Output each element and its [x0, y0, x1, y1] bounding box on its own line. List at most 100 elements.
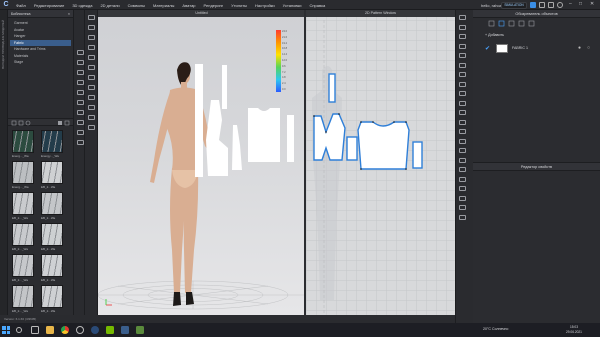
task-view-icon[interactable] — [31, 326, 39, 334]
3d-viewport[interactable]: Untitled 24.0 21.6 19.2 16.8 14.4 12.0 9… — [98, 10, 305, 315]
tool-icon[interactable] — [88, 125, 95, 130]
app-icon[interactable] — [136, 326, 144, 334]
menu-item[interactable]: Файл — [16, 3, 26, 8]
search-icon[interactable] — [16, 327, 22, 333]
help-icon[interactable] — [557, 2, 563, 8]
tool-icon[interactable] — [459, 72, 466, 77]
tool-icon[interactable] — [77, 90, 84, 95]
fabric-thumbnail[interactable]: EB_2...Wa — [41, 254, 65, 284]
fabric-thumbnail[interactable]: EB_2..._Wa — [12, 223, 36, 253]
tool-icon[interactable] — [459, 100, 466, 106]
windows-start-icon[interactable] — [2, 326, 10, 334]
settings-icon[interactable] — [539, 2, 545, 8]
tool-icon[interactable] — [459, 138, 466, 144]
2d-canvas[interactable] — [306, 10, 455, 315]
tool-icon[interactable] — [77, 100, 84, 105]
menu-item[interactable]: 2D детали — [100, 3, 119, 8]
fabric-item[interactable]: ✔ FABRIC 1 ● ○ — [485, 43, 595, 54]
nvidia-icon[interactable] — [106, 326, 114, 334]
tool-icon[interactable] — [77, 130, 84, 135]
tool-icon[interactable] — [88, 45, 95, 50]
fabric-thumbnail[interactable]: EB_2..._Wa — [12, 254, 36, 284]
weather-widget[interactable]: 20°C Солнечно — [483, 327, 508, 331]
tool-icon[interactable] — [459, 167, 466, 172]
tool-icon[interactable] — [459, 186, 466, 191]
2d-pattern-window[interactable]: 2D Pattern Window — [306, 10, 455, 315]
fabric-thumbnail[interactable]: EB_2..._Wa — [12, 285, 36, 315]
visibility-icon[interactable]: ● — [578, 45, 581, 51]
tool-icon[interactable] — [88, 75, 95, 80]
file-explorer-icon[interactable] — [46, 326, 54, 334]
minimize-button[interactable]: – — [569, 1, 572, 7]
library-tree-item[interactable]: Stage — [10, 59, 71, 66]
tool-icon[interactable] — [459, 205, 466, 210]
menu-item[interactable]: Материалы — [153, 3, 174, 8]
tool-icon[interactable] — [77, 80, 84, 85]
fabric-thumbnail[interactable]: EB_2...Wa — [41, 285, 65, 315]
clo-icon[interactable] — [121, 326, 129, 334]
menu-item[interactable]: Редактирование — [34, 3, 64, 8]
close-button[interactable]: ✕ — [590, 1, 594, 7]
fabric-thumbnail[interactable]: EB_2...Wa — [41, 223, 65, 253]
library-toolbar-icons[interactable] — [8, 119, 73, 127]
tool-icon[interactable] — [459, 129, 466, 134]
tool-icon[interactable] — [459, 34, 466, 39]
tool-icon[interactable] — [88, 85, 95, 90]
maximize-button[interactable]: □ — [579, 1, 582, 7]
tool-icon[interactable] — [77, 120, 84, 125]
tool-icon[interactable] — [459, 15, 466, 20]
fabric-thumbnail[interactable]: EB_2..._Wa — [12, 192, 36, 222]
tool-icon[interactable] — [459, 214, 466, 220]
layout-icon[interactable] — [548, 2, 554, 8]
fabric-thumbnail[interactable]: Energy..._Wa — [41, 130, 65, 160]
tool-icon[interactable] — [459, 81, 466, 87]
menu-item[interactable]: Настройки — [255, 3, 275, 8]
tool-icon[interactable] — [459, 91, 466, 96]
close-icon[interactable]: × — [68, 10, 70, 18]
tool-icon[interactable] — [459, 53, 466, 58]
menu-item[interactable]: Аватар — [182, 3, 195, 8]
steam-icon[interactable] — [91, 326, 99, 334]
tool-icon[interactable] — [77, 140, 84, 145]
add-object-button[interactable]: + Добавить — [485, 33, 504, 37]
simulate-icon[interactable] — [530, 2, 536, 8]
menu-item[interactable]: 3D одежда — [72, 3, 92, 8]
object-browser-tabs[interactable] — [473, 19, 600, 29]
tool-icon[interactable] — [88, 25, 95, 30]
tool-icon[interactable] — [459, 119, 466, 125]
menu-item[interactable]: Символы — [128, 3, 145, 8]
tool-icon[interactable] — [77, 60, 84, 65]
tool-icon[interactable] — [88, 115, 95, 120]
tool-icon[interactable] — [88, 35, 95, 40]
menu-item[interactable]: Рендеринг — [204, 3, 224, 8]
module-strip-label[interactable]: ВКЛАДКИ ПРОВОДНИК МОДУЛЕЙ — [1, 20, 5, 69]
tool-icon[interactable] — [88, 15, 95, 20]
fabric-thumbnail[interactable]: EB_2...Wa — [41, 192, 65, 222]
tool-icon[interactable] — [459, 43, 466, 49]
tool-icon[interactable] — [88, 105, 95, 110]
tool-icon[interactable] — [88, 55, 95, 60]
settings-app-icon[interactable] — [76, 326, 84, 334]
fabric-thumbnail[interactable]: Energ..._Wa — [12, 161, 36, 191]
tool-icon[interactable] — [459, 24, 466, 30]
taskbar-clock[interactable]: 15:03 29.06.2021 — [566, 325, 582, 334]
tool-icon[interactable] — [77, 70, 84, 75]
menu-item[interactable]: Утилиты — [231, 3, 247, 8]
fabric-thumbnail[interactable]: EB_2...Wa — [41, 161, 65, 191]
tool-icon[interactable] — [459, 176, 466, 182]
fabric-thumbnail[interactable]: Energ..._Wa — [12, 130, 36, 160]
chrome-icon[interactable] — [61, 326, 69, 334]
3d-scene[interactable] — [98, 10, 305, 315]
menu-item[interactable]: Справка — [310, 3, 326, 8]
menu-item[interactable]: Установки — [283, 3, 302, 8]
fabric-settings-icon[interactable]: ○ — [587, 45, 590, 51]
tool-icon[interactable] — [88, 65, 95, 70]
simulation-badge[interactable]: SIMULATION — [501, 1, 527, 9]
tool-icon[interactable] — [459, 148, 466, 153]
tool-icon[interactable] — [459, 195, 466, 201]
tool-icon[interactable] — [459, 62, 466, 68]
tool-icon[interactable] — [77, 50, 84, 55]
tool-icon[interactable] — [77, 110, 84, 115]
tool-icon[interactable] — [88, 95, 95, 100]
tool-icon[interactable] — [459, 110, 466, 115]
